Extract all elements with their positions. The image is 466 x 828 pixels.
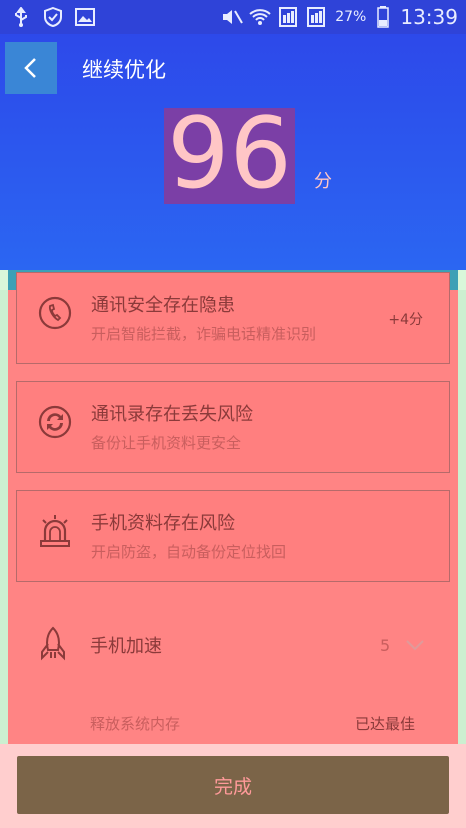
status-right-icons: 27% 13:39: [221, 5, 458, 29]
chevron-left-icon: [24, 58, 36, 78]
issue-card-contacts-backup[interactable]: 通讯录存在丢失风险 备份让手机资料更安全: [16, 381, 450, 473]
alarm-light-icon: [40, 515, 70, 547]
back-button[interactable]: [5, 42, 57, 94]
battery-percent: 27%: [335, 9, 367, 25]
issue-title: 通讯安全存在隐患: [91, 295, 235, 316]
image-icon: [74, 6, 96, 28]
right-margin: [458, 290, 466, 750]
done-button[interactable]: 完成: [17, 756, 449, 814]
chevron-down-icon[interactable]: [404, 634, 426, 656]
score-unit: 分: [314, 171, 332, 192]
battery-icon: [372, 6, 394, 28]
usb-icon: [10, 6, 32, 28]
header: 继续优化 96 分: [0, 34, 466, 270]
issue-title: 手机资料存在风险: [91, 513, 235, 534]
issue-title: 通讯录存在丢失风险: [91, 404, 253, 425]
left-margin: [0, 290, 8, 750]
shield-check-icon: [42, 6, 64, 28]
clock: 13:39: [400, 5, 458, 29]
status-bar: 27% 13:39: [0, 0, 466, 34]
speedup-title: 手机加速: [90, 636, 162, 657]
wifi-icon: [249, 6, 271, 28]
call-security-icon: [38, 296, 72, 330]
sim1-icon: [277, 6, 299, 28]
sim2-icon: [305, 6, 327, 28]
score-value: 96: [167, 97, 292, 211]
sync-icon: [38, 405, 72, 439]
memory-status: 已达最佳: [355, 715, 416, 733]
rocket-icon: [41, 626, 65, 661]
mute-icon: [221, 6, 244, 28]
page-title: 继续优化: [82, 58, 166, 82]
status-left-icons: [10, 6, 96, 28]
memory-label: 释放系统内存: [90, 715, 181, 733]
issue-subtitle: 开启防盗，自动备份定位找回: [91, 543, 287, 561]
issue-subtitle: 开启智能拦截，诈骗电话精准识别: [91, 325, 317, 343]
score-gain-badge: +4分: [388, 312, 423, 328]
issue-card-anti-theft[interactable]: 手机资料存在风险 开启防盗，自动备份定位找回: [16, 490, 450, 582]
issue-card-call-security[interactable]: 通讯安全存在隐患 开启智能拦截，诈骗电话精准识别 +4分: [16, 272, 450, 364]
issue-subtitle: 备份让手机资料更安全: [91, 434, 242, 452]
speedup-count: 5: [380, 636, 391, 655]
